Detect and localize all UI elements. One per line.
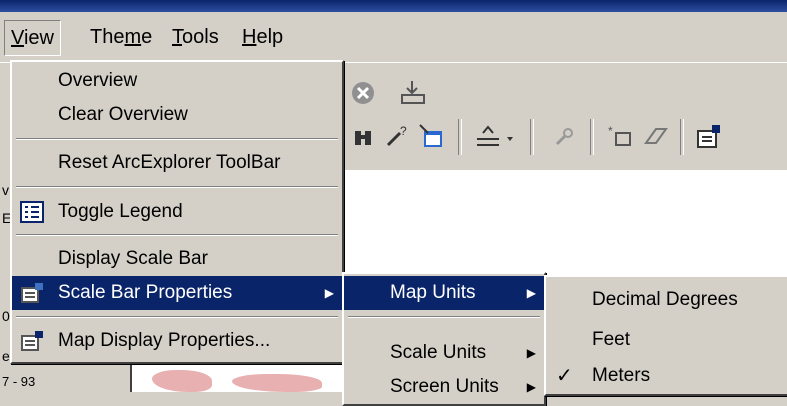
menu-item-label: Decimal Degrees	[592, 289, 738, 310]
checkmark-icon: ✓	[556, 365, 573, 387]
menu-item-reset-toolbar[interactable]: Reset ArcExplorer ToolBar	[12, 146, 342, 180]
map-units-submenu: Decimal Degrees Feet ✓ Meters	[544, 275, 787, 396]
menu-tools-rest: ools	[182, 26, 219, 48]
menu-item-display-scale-bar[interactable]: Display Scale Bar	[12, 242, 342, 276]
menu-item-decimal-degrees[interactable]: Decimal Degrees	[546, 283, 787, 317]
map-overview[interactable]	[130, 360, 347, 392]
map-landmass	[152, 370, 212, 392]
menu-item-label: Reset ArcExplorer ToolBar	[58, 152, 281, 173]
menu-item-toggle-legend[interactable]: Toggle Legend	[12, 195, 342, 229]
menu-separator	[16, 234, 338, 236]
svg-text:*: *	[608, 124, 613, 138]
eraser-icon[interactable]	[638, 119, 674, 155]
menu-theme-rest: e	[141, 26, 153, 48]
submenu-arrow-icon: ▶	[324, 286, 334, 300]
stop-icon[interactable]	[345, 75, 381, 111]
menu-item-label: Toggle Legend	[58, 201, 183, 222]
menu-item-map-display-properties[interactable]: Map Display Properties...	[12, 324, 342, 358]
menu-theme[interactable]: Theme	[84, 20, 158, 54]
print-icon[interactable]	[395, 75, 431, 111]
menu-item-feet[interactable]: Feet	[546, 323, 787, 357]
toolbar-separator	[680, 119, 684, 155]
scale-bar-submenu: Map Units ▶ Scale Units ▶ Screen Units ▶	[342, 272, 546, 406]
menu-item-label: Map Units	[390, 282, 476, 303]
legend-text: e	[2, 348, 10, 364]
menu-item-label: Clear Overview	[58, 104, 188, 125]
menu-tools-mnemonic: T	[172, 26, 182, 48]
select-features-icon[interactable]: *	[602, 119, 638, 155]
menu-bar: View Theme Tools Help	[0, 12, 787, 63]
menu-item-map-units[interactable]: Map Units ▶	[344, 276, 544, 310]
map-landmass	[232, 374, 322, 392]
menu-separator	[16, 186, 338, 188]
menu-help[interactable]: Help	[236, 20, 289, 54]
query-builder-icon[interactable]	[414, 119, 450, 155]
menu-item-label: Screen Units	[390, 376, 499, 397]
window-title-bar	[0, 0, 787, 12]
menu-item-scale-units[interactable]: Scale Units ▶	[344, 336, 544, 370]
menu-item-meters[interactable]: ✓ Meters	[546, 359, 787, 393]
menu-item-label: Map Display Properties...	[58, 330, 271, 351]
menu-item-screen-units[interactable]: Screen Units ▶	[344, 370, 544, 404]
menu-item-scale-bar-properties[interactable]: Scale Bar Properties ▶	[12, 276, 342, 310]
menu-item-overview[interactable]: Overview	[12, 64, 342, 98]
menu-view-mnemonic: V	[11, 27, 24, 49]
menu-separator	[16, 138, 338, 140]
menu-item-label: Display Scale Bar	[58, 248, 208, 269]
submenu-arrow-icon: ▶	[526, 380, 536, 394]
menu-help-rest: elp	[256, 26, 284, 48]
properties-icon	[20, 330, 44, 352]
menu-view-rest: iew	[23, 27, 54, 49]
identify-icon[interactable]: ?	[380, 119, 416, 155]
submenu-arrow-icon: ▶	[526, 346, 536, 360]
menu-help-mnemonic: H	[242, 26, 257, 48]
menu-separator	[16, 316, 338, 318]
menu-separator	[348, 316, 540, 318]
menu-tools[interactable]: Tools	[166, 20, 225, 54]
toolbar-separator	[590, 119, 594, 155]
toolbar-separator	[530, 119, 534, 155]
menu-item-label: Scale Bar Properties	[58, 282, 233, 303]
legend-text: 0	[2, 308, 10, 324]
menu-theme-mnemonic: m	[124, 26, 142, 48]
menu-theme-pre: The	[90, 26, 125, 48]
menu-item-clear-overview[interactable]: Clear Overview	[12, 98, 342, 132]
svg-text:?: ?	[400, 124, 407, 138]
menu-item-label: Overview	[58, 70, 138, 91]
legend-text: v	[2, 182, 9, 198]
properties-icon	[20, 282, 44, 304]
properties-icon[interactable]	[690, 119, 726, 155]
menu-item-label: Feet	[592, 329, 631, 350]
menu-item-label: Meters	[592, 365, 651, 386]
hotlink-icon[interactable]	[546, 119, 582, 155]
menu-view[interactable]: View	[4, 20, 61, 56]
view-menu: Overview Clear Overview Reset ArcExplore…	[10, 60, 344, 364]
zoom-dropdown-icon[interactable]	[470, 119, 520, 155]
submenu-arrow-icon: ▶	[526, 286, 536, 300]
toolbar-separator	[458, 119, 462, 155]
legend-text: 7 - 93	[2, 374, 36, 389]
find-icon[interactable]	[345, 119, 381, 155]
menu-item-label: Scale Units	[390, 342, 487, 363]
legend-icon	[20, 201, 44, 223]
